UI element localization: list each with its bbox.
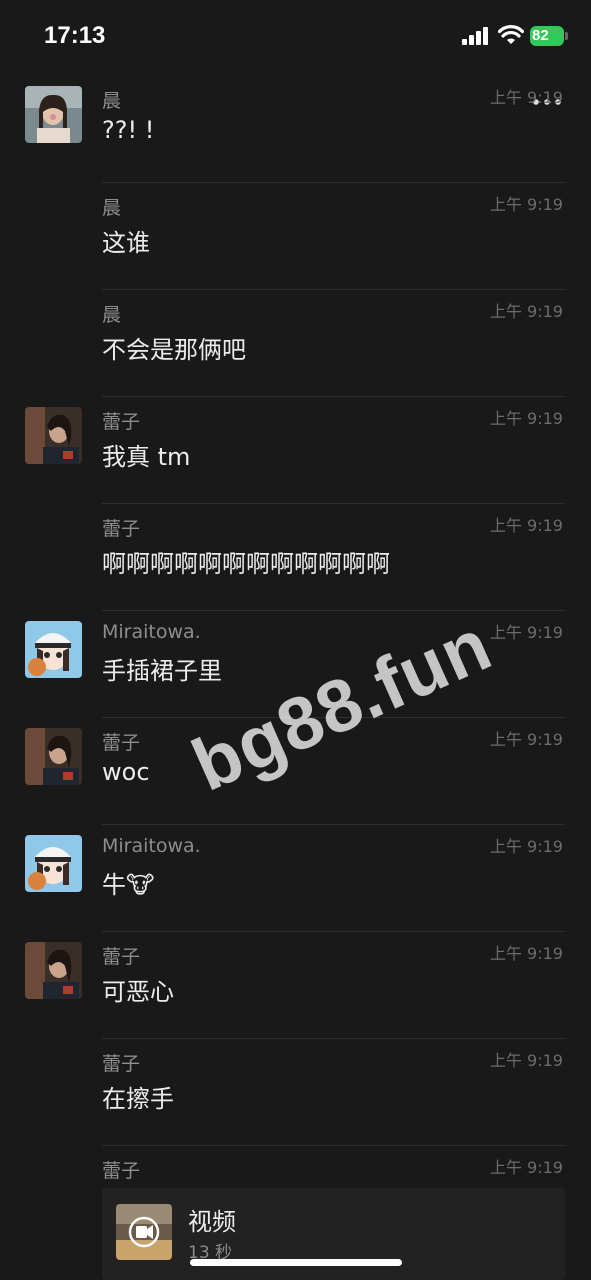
message-time: 上午 9:19 bbox=[489, 730, 563, 749]
message-text: 这谁 bbox=[102, 229, 150, 257]
avatar[interactable] bbox=[25, 407, 82, 464]
message-time: 上午 9:19 bbox=[489, 195, 563, 214]
message-item[interactable]: 蕾子 上午 9:19 我真 tm bbox=[0, 397, 591, 504]
avatar[interactable] bbox=[25, 86, 82, 143]
message-time: 上午 9:19 bbox=[489, 302, 563, 321]
message-time: 上午 9:19 bbox=[489, 409, 563, 428]
message-time: 上午 9:19 bbox=[489, 88, 563, 107]
message-text: 不会是那俩吧 bbox=[102, 336, 246, 364]
message-item[interactable]: 晨 上午 9:19 不会是那俩吧 bbox=[0, 290, 591, 397]
message-text: woc bbox=[102, 758, 150, 786]
message-time: 上午 9:19 bbox=[489, 516, 563, 535]
wifi-icon bbox=[498, 25, 524, 44]
message-text: 手插裙子里 bbox=[102, 657, 222, 685]
sender-name: 晨 bbox=[102, 304, 122, 326]
message-text: ??! ! bbox=[102, 116, 155, 144]
message-time: 上午 9:19 bbox=[489, 944, 563, 963]
avatar[interactable] bbox=[25, 621, 82, 678]
message-text: 啊啊啊啊啊啊啊啊啊啊啊啊 bbox=[102, 550, 390, 578]
home-indicator[interactable] bbox=[190, 1259, 402, 1266]
sender-name: 晨 bbox=[102, 197, 122, 219]
video-message-card[interactable]: 视频 13 秒 bbox=[102, 1188, 565, 1280]
message-item[interactable]: 蕾子 上午 9:19 在擦手 bbox=[0, 1039, 591, 1146]
video-play-icon bbox=[136, 1226, 147, 1238]
message-item[interactable]: Miraitowa. 上午 9:19 牛🐮 bbox=[0, 825, 591, 932]
status-bar: 17:13 82 bbox=[0, 0, 591, 72]
signal-icon bbox=[462, 27, 490, 45]
sender-name: Miraitowa. bbox=[102, 621, 201, 643]
sender-name: 蕾子 bbox=[102, 1053, 141, 1075]
sender-name: 蕾子 bbox=[102, 732, 141, 754]
sender-name: 蕾子 bbox=[102, 946, 141, 968]
message-text: 牛🐮 bbox=[102, 871, 155, 899]
sender-name: Miraitowa. bbox=[102, 835, 201, 857]
sender-name: 蕾子 bbox=[102, 518, 141, 540]
video-title: 视频 bbox=[188, 1208, 236, 1236]
message-time: 上午 9:19 bbox=[489, 623, 563, 642]
status-time: 17:13 bbox=[44, 22, 106, 49]
avatar[interactable] bbox=[25, 728, 82, 785]
message-item[interactable]: 晨 上午 9:19 ??! ! bbox=[0, 76, 591, 183]
message-time: 上午 9:19 bbox=[489, 837, 563, 856]
message-text: 可恶心 bbox=[102, 978, 174, 1006]
message-text: 在擦手 bbox=[102, 1085, 174, 1113]
message-time: 上午 9:19 bbox=[489, 1158, 563, 1177]
sender-name: 晨 bbox=[102, 90, 122, 112]
message-item[interactable]: 蕾子 上午 9:19 啊啊啊啊啊啊啊啊啊啊啊啊 bbox=[0, 504, 591, 611]
sender-name: 蕾子 bbox=[102, 1160, 141, 1182]
message-list: 晨 上午 9:19 ??! ! 晨 上午 9:19 这谁 晨 上午 9:19 不… bbox=[0, 76, 591, 1253]
message-item[interactable]: 蕾子 上午 9:19 可恶心 bbox=[0, 932, 591, 1039]
avatar[interactable] bbox=[25, 835, 82, 892]
sender-name: 蕾子 bbox=[102, 411, 141, 433]
message-item[interactable]: 晨 上午 9:19 这谁 bbox=[0, 183, 591, 290]
message-text: 我真 tm bbox=[102, 443, 191, 471]
battery-icon: 82 bbox=[530, 26, 568, 46]
avatar[interactable] bbox=[25, 942, 82, 999]
video-thumbnail[interactable] bbox=[116, 1204, 172, 1260]
message-time: 上午 9:19 bbox=[489, 1051, 563, 1070]
